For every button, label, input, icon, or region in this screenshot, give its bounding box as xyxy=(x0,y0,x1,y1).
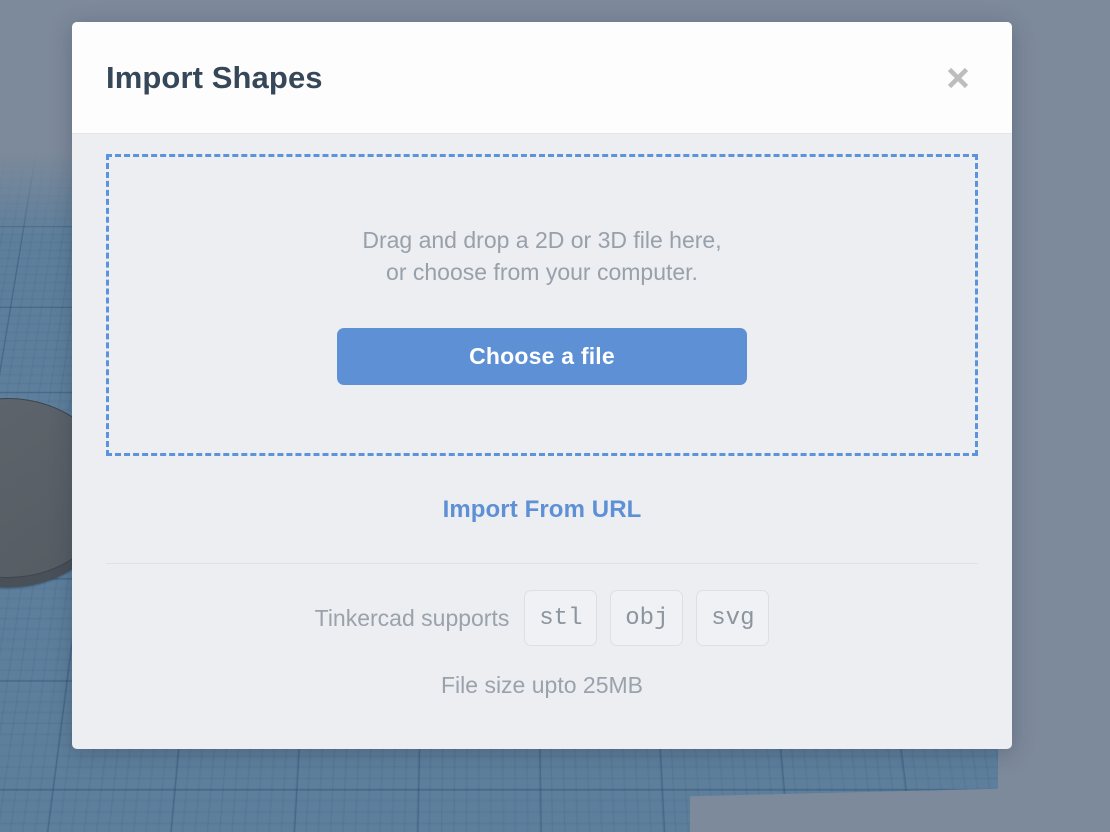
close-icon xyxy=(945,65,971,91)
dropzone-instructions: Drag and drop a 2D or 3D file here, or c… xyxy=(362,225,721,288)
file-dropzone[interactable]: Drag and drop a 2D or 3D file here, or c… xyxy=(106,154,978,456)
dropzone-line-1: Drag and drop a 2D or 3D file here, xyxy=(362,226,722,253)
supported-formats-row: Tinkercad supports stl obj svg xyxy=(106,564,978,646)
import-shapes-dialog: Import Shapes Drag and drop a 2D or 3D f… xyxy=(72,22,1012,749)
format-chip-svg: svg xyxy=(696,590,770,646)
choose-file-button[interactable]: Choose a file xyxy=(337,328,747,386)
file-size-note: File size upto 25MB xyxy=(441,672,643,698)
dialog-header: Import Shapes xyxy=(72,22,1012,134)
format-chip-obj: obj xyxy=(610,590,684,646)
import-from-url-link[interactable]: Import From URL xyxy=(443,496,642,523)
dialog-body: Drag and drop a 2D or 3D file here, or c… xyxy=(72,134,1012,749)
import-from-url-row: Import From URL xyxy=(106,456,978,524)
supported-formats-label: Tinkercad supports xyxy=(314,604,510,631)
format-chip-stl: stl xyxy=(524,590,598,646)
dropzone-line-2: or choose from your computer. xyxy=(386,258,698,285)
close-button[interactable] xyxy=(936,56,980,100)
page-title: Import Shapes xyxy=(106,60,323,95)
app-root: Import Shapes Drag and drop a 2D or 3D f… xyxy=(0,0,1110,832)
right-overlay-panel xyxy=(998,150,1110,832)
